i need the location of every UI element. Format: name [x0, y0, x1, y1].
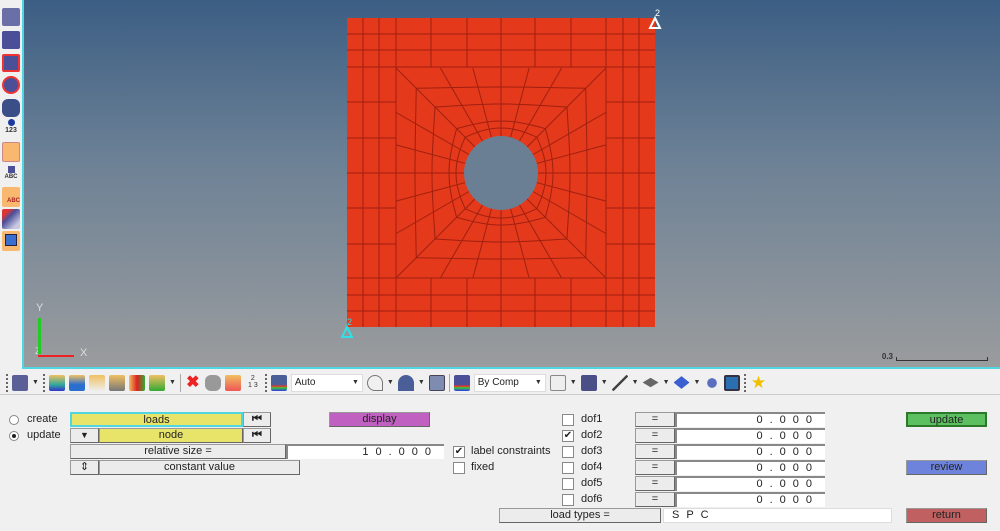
collector-folder-icon[interactable]	[224, 374, 241, 391]
dof-label: dof2	[581, 429, 603, 441]
dof-label: dof1	[581, 413, 603, 425]
mesh-box-select-icon[interactable]	[2, 54, 20, 72]
1d-element-icon[interactable]	[611, 374, 628, 391]
dof-checkbox[interactable]	[562, 478, 574, 490]
load-types-input[interactable]: SPC	[663, 508, 892, 523]
main-toolbar: ▼ ▼ ✖ 21 3 Auto ▼ ▼ ▼ By Comp ▼ ▼ ▼ ▼ ▼ ▼ …	[0, 371, 1000, 395]
mesh-icon[interactable]	[2, 8, 20, 26]
dof-checkbox[interactable]	[562, 414, 574, 426]
dof-equals-button[interactable]: =	[635, 444, 675, 459]
dof-label: dof3	[581, 445, 603, 457]
favorites-star-icon[interactable]: ★	[750, 374, 766, 391]
materials-folder-icon[interactable]	[88, 374, 105, 391]
mesh-display-icon[interactable]	[12, 374, 28, 391]
constraint-triangle-icon	[340, 324, 354, 338]
display-monitor-icon[interactable]	[724, 374, 741, 391]
delete-icon[interactable]: ✖	[185, 374, 201, 391]
dof-value-input[interactable]: 0.000	[675, 460, 825, 475]
create-label: create	[27, 413, 58, 425]
node-selector[interactable]: node	[99, 428, 243, 443]
load-collector-icon[interactable]	[128, 374, 145, 391]
update-button[interactable]: update	[906, 412, 987, 427]
dof-checkbox[interactable]: ✔	[562, 430, 574, 442]
review-button[interactable]: review	[906, 460, 987, 475]
return-button[interactable]: return	[906, 508, 987, 523]
reset-nodes-button[interactable]: ⏮	[243, 428, 271, 443]
label-constraints-label: label constraints	[471, 445, 551, 457]
scale-bar: 0.3	[882, 352, 988, 361]
mesh-circle-select-icon[interactable]	[2, 76, 20, 94]
properties-folder-icon[interactable]	[108, 374, 125, 391]
entity-type-dropdown[interactable]: ▼	[70, 428, 99, 443]
dof-value-input[interactable]: 0.000	[675, 492, 825, 507]
x-axis-arrow	[38, 355, 74, 357]
dof-equals-button[interactable]: =	[635, 428, 675, 443]
dof-value-input[interactable]: 0.000	[675, 444, 825, 459]
binoculars-icon[interactable]	[2, 99, 20, 117]
dof-checkbox[interactable]	[562, 462, 574, 474]
dof-checkbox[interactable]	[562, 494, 574, 506]
wireframe-geometry-icon[interactable]	[366, 374, 383, 391]
dof-equals-button[interactable]: =	[635, 476, 675, 491]
relative-size-input[interactable]: 10.000	[286, 444, 444, 459]
dof-value-input[interactable]: 0.000	[675, 428, 825, 443]
renumber-icon[interactable]: 21 3	[245, 375, 261, 391]
3d-element-icon[interactable]	[673, 376, 690, 389]
create-radio[interactable]	[9, 415, 19, 425]
constant-value-toggle[interactable]: constant value	[99, 460, 300, 475]
fixed-checkbox[interactable]	[453, 462, 465, 474]
plate-mesh: 22	[340, 8, 662, 338]
label-constraints-checkbox[interactable]: ✔	[453, 446, 465, 458]
dof-value-input[interactable]: 0.000	[675, 476, 825, 491]
dof-value-input[interactable]: 0.000	[675, 412, 825, 427]
graphics-viewport[interactable]: 22 Y Z X 0.3	[22, 0, 1000, 369]
y-axis-arrow	[38, 318, 41, 354]
relative-size-label[interactable]: relative size =	[70, 444, 286, 459]
load-abc-icon[interactable]: ABC	[2, 187, 20, 207]
dof-label: dof6	[581, 493, 603, 505]
loads-selector[interactable]: loads	[70, 412, 243, 427]
color-mode-icon[interactable]	[270, 374, 287, 391]
auto-select[interactable]: Auto ▼	[290, 373, 363, 392]
by-comp-select[interactable]: By Comp ▼	[473, 373, 546, 392]
size-mode-toggle[interactable]: ⇕	[70, 460, 99, 475]
info-123-icon[interactable]: 123	[2, 118, 20, 140]
y-axis-label: Y	[36, 302, 44, 314]
update-label: update	[27, 429, 61, 441]
dof-equals-button[interactable]: =	[635, 460, 675, 475]
hole	[464, 136, 538, 210]
left-toolbar: 123 ABC ABC	[0, 0, 22, 369]
fixed-label: fixed	[471, 461, 495, 473]
explode-icon[interactable]	[704, 374, 721, 391]
dof-equals-button[interactable]: =	[635, 412, 675, 427]
components-folder-icon[interactable]	[48, 374, 65, 391]
element-abc-icon[interactable]: ABC	[2, 165, 20, 185]
constraints-panel: create update loads ⏮ ▼ node ⏮ relative …	[0, 400, 1000, 531]
mesh-shaded-icon[interactable]	[2, 31, 20, 49]
dof-label: dof4	[581, 461, 603, 473]
load-transfer-icon[interactable]	[2, 209, 20, 229]
systems-icon[interactable]	[148, 374, 165, 391]
numbers-scale-icon[interactable]	[2, 142, 20, 162]
update-radio[interactable]	[9, 431, 19, 441]
organize-icon[interactable]	[204, 374, 221, 391]
constraint-label: 2	[655, 8, 660, 18]
dof-label: dof5	[581, 477, 603, 489]
x-axis-label: X	[80, 347, 88, 359]
load-types-button[interactable]: load types =	[499, 508, 661, 523]
dof-equals-button[interactable]: =	[635, 492, 675, 507]
2d-element-icon[interactable]	[642, 377, 659, 388]
assemblies-folder-icon[interactable]	[68, 374, 85, 391]
display-button[interactable]: display	[329, 412, 430, 427]
shaded-geometry-icon[interactable]	[397, 374, 414, 391]
plane-icon[interactable]	[2, 231, 20, 251]
element-color-icon[interactable]	[453, 374, 470, 391]
shaded-elements-icon[interactable]	[580, 374, 597, 391]
wireframe-elements-icon[interactable]	[549, 374, 566, 391]
box-shaded-icon[interactable]	[428, 374, 445, 391]
constraint-label: 2	[347, 317, 352, 327]
dof-checkbox[interactable]	[562, 446, 574, 458]
reset-loads-button[interactable]: ⏮	[243, 412, 271, 427]
